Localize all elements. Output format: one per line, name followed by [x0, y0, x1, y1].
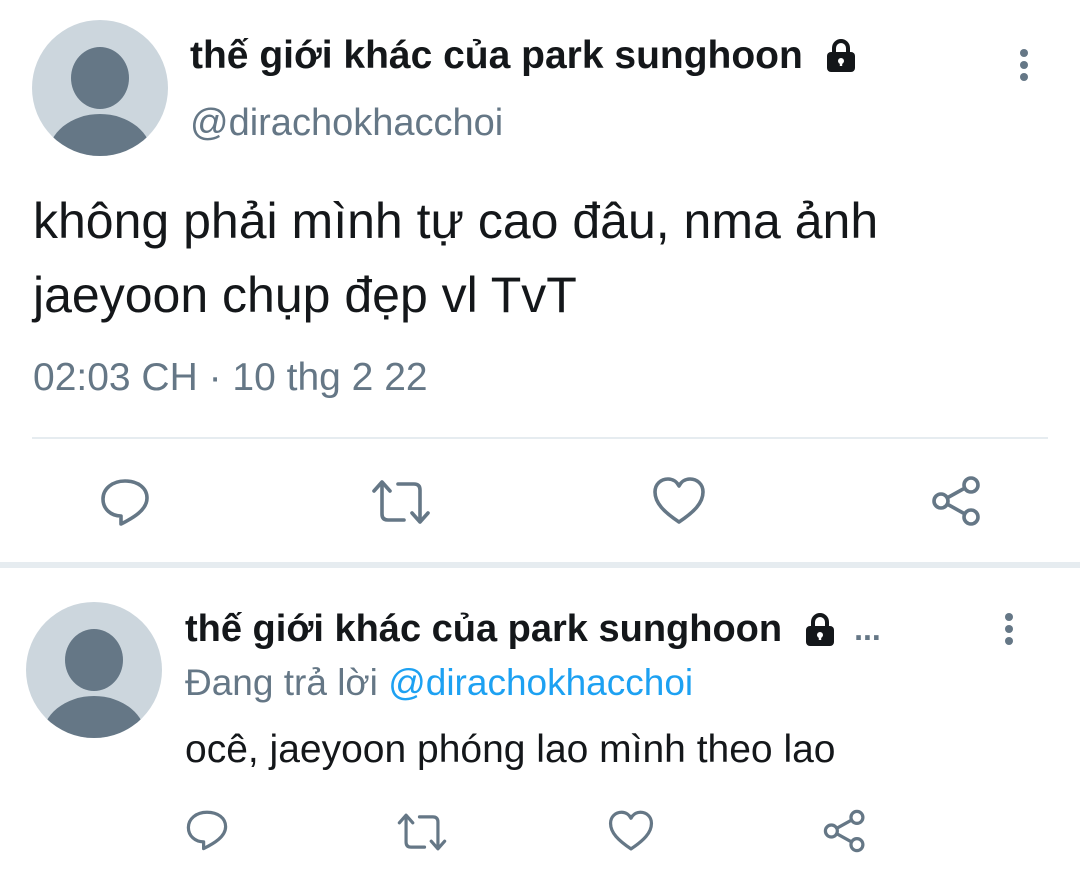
- like-icon[interactable]: [652, 474, 706, 528]
- retweet-icon[interactable]: [396, 810, 448, 854]
- tweet-header-name[interactable]: thế giới khác của park sunghoon: [190, 34, 859, 78]
- more-options-icon[interactable]: [1012, 46, 1036, 86]
- tweet-text: ocê, jaeyoon phóng lao mình theo lao: [185, 728, 836, 771]
- tweet-timestamp[interactable]: 02:03 CH · 10 thg 2 22: [33, 356, 428, 400]
- default-avatar-icon: [48, 47, 152, 156]
- lock-icon: [823, 38, 859, 74]
- more-options-icon[interactable]: [997, 610, 1021, 650]
- share-icon[interactable]: [822, 808, 868, 854]
- reply-icon[interactable]: [99, 476, 151, 528]
- retweet-icon[interactable]: [370, 476, 432, 528]
- reply-icon[interactable]: [185, 808, 229, 852]
- default-avatar-icon: [42, 629, 146, 738]
- mention-link[interactable]: @dirachokhacchoi: [388, 662, 693, 703]
- lock-icon: [802, 612, 838, 648]
- like-icon[interactable]: [608, 808, 654, 854]
- display-name[interactable]: thế giới khác của park sunghoon: [185, 608, 782, 651]
- user-handle[interactable]: @dirachokhacchoi: [190, 102, 503, 145]
- avatar[interactable]: [26, 602, 162, 738]
- avatar[interactable]: [32, 20, 168, 156]
- replying-to: Đang trả lời @dirachokhacchoi: [185, 662, 693, 704]
- tweet-header-name[interactable]: thế giới khác của park sunghoon ...: [185, 608, 881, 651]
- section-divider: [0, 562, 1080, 568]
- tweet-text: không phải mình tự cao đâu, nma ảnh jaey…: [33, 193, 879, 323]
- name-truncation: ...: [854, 611, 881, 647]
- share-icon[interactable]: [930, 474, 984, 528]
- display-name[interactable]: thế giới khác của park sunghoon: [190, 34, 803, 78]
- replying-prefix: Đang trả lời: [185, 662, 378, 703]
- divider: [32, 437, 1048, 439]
